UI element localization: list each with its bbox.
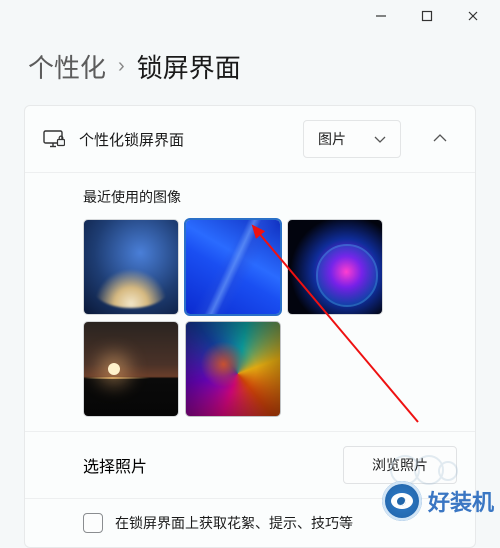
breadcrumb-parent[interactable]: 个性化 xyxy=(28,48,106,85)
lockscreen-header: 个性化锁屏界面 图片 xyxy=(25,106,475,172)
recent-image-thumb[interactable] xyxy=(185,219,281,315)
monitor-lock-icon xyxy=(43,130,65,148)
dropdown-value: 图片 xyxy=(318,129,346,149)
recent-images-section: 最近使用的图像 xyxy=(25,172,475,431)
choose-photo-label: 选择照片 xyxy=(83,453,147,477)
recent-image-thumb[interactable] xyxy=(83,219,179,315)
lockscreen-title: 个性化锁屏界面 xyxy=(79,129,289,150)
watermark-text: 好装机 xyxy=(428,485,494,517)
recent-image-thumb[interactable] xyxy=(185,321,281,417)
chevron-down-icon xyxy=(374,131,386,147)
recent-image-thumb[interactable] xyxy=(287,219,383,315)
tips-checkbox-label: 在锁屏界面上获取花絮、提示、技巧等 xyxy=(115,513,353,533)
breadcrumb: 个性化 › 锁屏界面 xyxy=(0,32,500,105)
watermark: 好装机 xyxy=(382,481,494,521)
chevron-up-icon xyxy=(433,130,447,148)
background-type-dropdown[interactable]: 图片 xyxy=(303,120,401,158)
collapse-button[interactable] xyxy=(423,122,457,156)
close-button[interactable] xyxy=(450,0,496,32)
tips-checkbox[interactable] xyxy=(83,513,103,533)
recent-image-thumb[interactable] xyxy=(83,321,179,417)
recent-images-label: 最近使用的图像 xyxy=(83,187,457,207)
chevron-right-icon: › xyxy=(118,55,125,78)
watermark-eye-icon xyxy=(382,481,422,521)
recent-images-grid xyxy=(83,219,457,417)
breadcrumb-current: 锁屏界面 xyxy=(137,48,241,85)
minimize-button[interactable] xyxy=(358,0,404,32)
maximize-button[interactable] xyxy=(404,0,450,32)
